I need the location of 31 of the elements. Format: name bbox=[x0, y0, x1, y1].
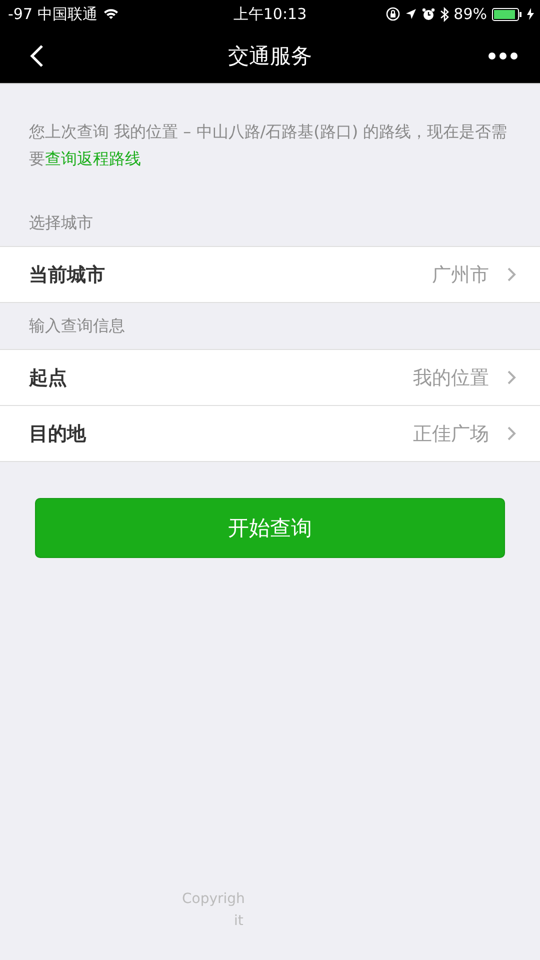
chevron-icon bbox=[507, 426, 516, 441]
copyright-text: Copyrigh bbox=[182, 890, 246, 909]
location-arrow-icon bbox=[404, 8, 417, 20]
battery-icon bbox=[492, 8, 522, 20]
wifi-icon bbox=[102, 8, 118, 20]
battery-percent: 89% bbox=[454, 5, 487, 23]
row-label: 起点 bbox=[29, 366, 68, 390]
row-value: 我的位置 bbox=[413, 366, 489, 390]
section-header: 输入查询信息 bbox=[28, 314, 126, 336]
carrier-name: 中国联通 bbox=[38, 4, 98, 24]
rotation-lock-icon bbox=[386, 7, 400, 21]
copyright-text: it bbox=[233, 912, 244, 931]
back-icon[interactable] bbox=[30, 44, 44, 68]
more-icon[interactable] bbox=[488, 52, 518, 60]
chevron-icon bbox=[507, 267, 516, 282]
charging-bolt-icon bbox=[527, 8, 534, 20]
row-label: 目的地 bbox=[29, 422, 88, 446]
last-query-notice: 您上次查询 我的位置 – 中山八路/石路基(路口) 的路线，现在是否需要查询返程路线 bbox=[28, 121, 508, 170]
signal-strength: -97 bbox=[8, 5, 32, 23]
list-row[interactable]: 起点 我的位置 bbox=[0, 350, 540, 405]
list-row[interactable]: 目的地 正佳广场 bbox=[0, 405, 540, 461]
clock-time: 上午10:13 bbox=[233, 4, 307, 24]
section-header: 选择城市 bbox=[28, 212, 94, 234]
alarm-clock-icon bbox=[422, 8, 435, 20]
row-value: 正佳广场 bbox=[413, 422, 489, 446]
row-value: 广州市 bbox=[432, 262, 489, 288]
list-row[interactable]: 当前城市 广州市 bbox=[0, 247, 540, 302]
row-label: 当前城市 bbox=[29, 262, 106, 288]
chevron-icon bbox=[507, 370, 516, 385]
bluetooth-icon bbox=[440, 6, 449, 22]
page-title: 交通服务 bbox=[228, 42, 312, 70]
